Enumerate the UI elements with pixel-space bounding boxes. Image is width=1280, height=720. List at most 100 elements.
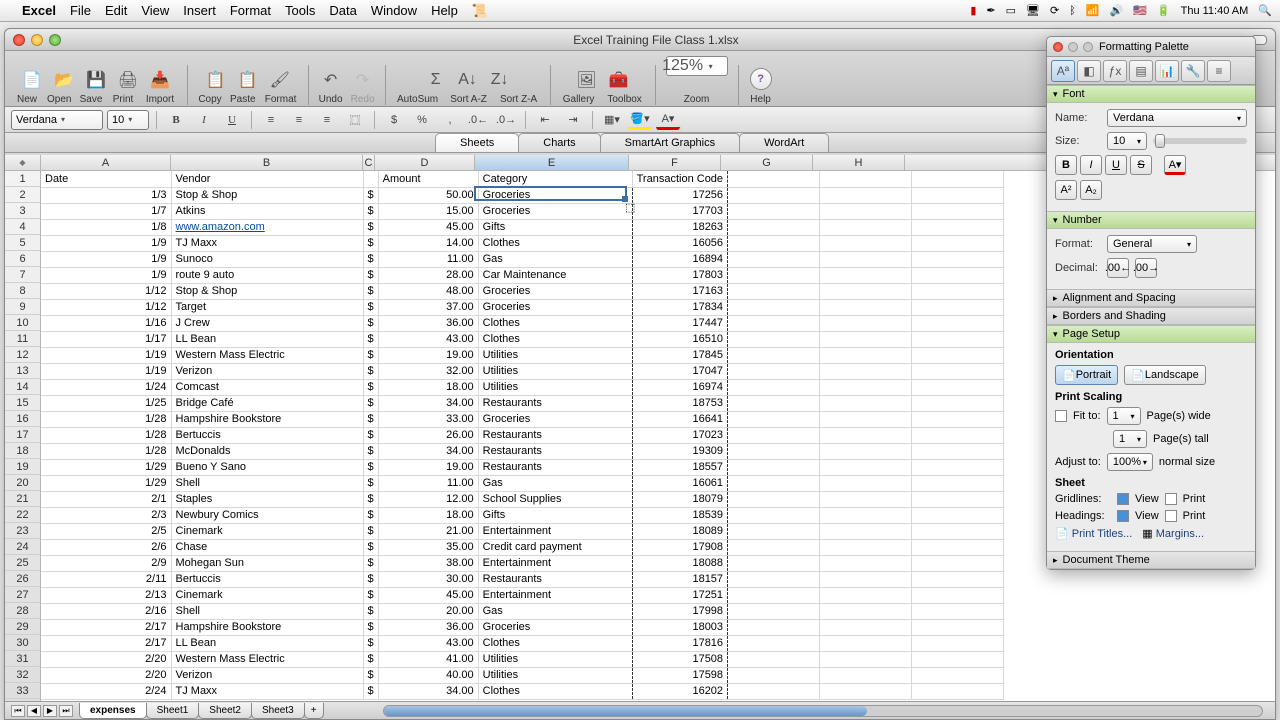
menu-help[interactable]: Help: [431, 3, 458, 18]
palette-font-name[interactable]: Verdana▾: [1107, 109, 1247, 127]
row-header-6[interactable]: 6: [5, 251, 40, 267]
print-titles-link[interactable]: 📄 Print Titles...: [1055, 527, 1132, 540]
help-button[interactable]: ?: [750, 68, 772, 90]
font-size-slider[interactable]: [1153, 138, 1247, 144]
col-header-D[interactable]: D: [375, 155, 475, 170]
inc-decimal[interactable]: .00←: [1107, 258, 1129, 278]
add-sheet-button[interactable]: +: [304, 703, 324, 719]
minimize-button[interactable]: [31, 34, 43, 46]
import-icon[interactable]: 📥: [148, 68, 172, 92]
tab-charts[interactable]: Charts: [518, 133, 600, 152]
mode-chart-icon[interactable]: 📊: [1155, 60, 1179, 82]
gallery-icon[interactable]: 🖼: [575, 68, 599, 92]
col-header-C[interactable]: C: [363, 155, 375, 170]
ink-icon[interactable]: ✒︎: [986, 4, 995, 17]
row-header-26[interactable]: 26: [5, 571, 40, 587]
row-header-27[interactable]: 27: [5, 587, 40, 603]
currency-button[interactable]: $: [382, 110, 406, 130]
tab-sheets[interactable]: Sheets: [435, 133, 519, 152]
sheet-tab-sheet2[interactable]: Sheet2: [198, 703, 252, 719]
undo-icon[interactable]: ↶: [319, 68, 343, 92]
row-header-23[interactable]: 23: [5, 523, 40, 539]
recording-icon[interactable]: ▮: [970, 4, 976, 17]
close-button[interactable]: [13, 34, 25, 46]
palette-sub[interactable]: A₂: [1080, 180, 1102, 200]
decrease-indent-button[interactable]: ⇤: [533, 110, 557, 130]
mode-data-icon[interactable]: ▤: [1129, 60, 1153, 82]
sort-za-icon[interactable]: Z↓: [488, 68, 512, 92]
print-icon[interactable]: 🖨: [116, 68, 140, 92]
flag-icon[interactable]: 🇺🇸: [1133, 4, 1147, 17]
align-left-button[interactable]: ≡: [259, 110, 283, 130]
spotlight-icon[interactable]: 🔍: [1258, 4, 1272, 17]
decrease-decimal-button[interactable]: .0→: [494, 110, 518, 130]
tab-nav-last[interactable]: ⏭: [59, 705, 73, 717]
comma-button[interactable]: ,: [438, 110, 462, 130]
gridlines-print-check[interactable]: [1165, 493, 1177, 505]
margins-link[interactable]: ▦ Margins...: [1142, 527, 1204, 540]
tab-nav-prev[interactable]: ◀: [27, 705, 41, 717]
row-header-2[interactable]: 2: [5, 187, 40, 203]
col-header-F[interactable]: F: [629, 155, 721, 170]
row-header-17[interactable]: 17: [5, 427, 40, 443]
app-menu[interactable]: Excel: [22, 3, 56, 18]
row-header-10[interactable]: 10: [5, 315, 40, 331]
autosum-icon[interactable]: Σ: [424, 68, 448, 92]
new-icon[interactable]: 📄: [20, 68, 44, 92]
font-name-combo[interactable]: Verdana▾: [11, 110, 103, 130]
col-header-A[interactable]: A: [41, 155, 171, 170]
sheet-tab-sheet3[interactable]: Sheet3: [251, 703, 305, 719]
row-header-32[interactable]: 32: [5, 667, 40, 683]
tab-nav-next[interactable]: ▶: [43, 705, 57, 717]
row-header-8[interactable]: 8: [5, 283, 40, 299]
format-painter-icon[interactable]: 🖌: [268, 68, 292, 92]
save-icon[interactable]: 💾: [84, 68, 108, 92]
fit-width-stepper[interactable]: 1▾: [1107, 407, 1141, 425]
gridlines-view-check[interactable]: [1117, 493, 1129, 505]
mode-object-icon[interactable]: ◧: [1077, 60, 1101, 82]
dec-decimal[interactable]: .00→: [1135, 258, 1157, 278]
increase-decimal-button[interactable]: .0←: [466, 110, 490, 130]
fill-color-button[interactable]: 🪣▾: [628, 110, 652, 130]
monitor-icon[interactable]: 🖥: [1026, 4, 1040, 17]
headings-print-check[interactable]: [1165, 510, 1177, 522]
row-header-1[interactable]: 1: [5, 171, 40, 187]
row-header-29[interactable]: 29: [5, 619, 40, 635]
tab-nav-first[interactable]: ⏮: [11, 705, 25, 717]
headings-view-check[interactable]: [1117, 510, 1129, 522]
font-size-combo[interactable]: 10▾: [107, 110, 149, 130]
col-header-B[interactable]: B: [171, 155, 363, 170]
italic-button[interactable]: I: [192, 110, 216, 130]
portrait-button[interactable]: 📄 Portrait: [1055, 365, 1118, 385]
section-number[interactable]: Number: [1047, 211, 1255, 229]
sort-az-icon[interactable]: A↓: [456, 68, 480, 92]
row-header-5[interactable]: 5: [5, 235, 40, 251]
row-header-25[interactable]: 25: [5, 555, 40, 571]
select-all-corner[interactable]: [5, 155, 41, 171]
font-color-button[interactable]: A▾: [656, 110, 680, 130]
align-center-button[interactable]: ≡: [287, 110, 311, 130]
toolbox-icon[interactable]: 🧰: [607, 68, 631, 92]
row-header-28[interactable]: 28: [5, 603, 40, 619]
menu-file[interactable]: File: [70, 3, 91, 18]
menu-tools[interactable]: Tools: [285, 3, 315, 18]
palette-titlebar[interactable]: Formatting Palette: [1047, 37, 1255, 57]
section-font[interactable]: Font: [1047, 85, 1255, 103]
row-header-18[interactable]: 18: [5, 443, 40, 459]
palette-font-color[interactable]: A▾: [1164, 155, 1186, 175]
menu-data[interactable]: Data: [329, 3, 356, 18]
row-header-24[interactable]: 24: [5, 539, 40, 555]
increase-indent-button[interactable]: ⇥: [561, 110, 585, 130]
section-page-setup[interactable]: Page Setup: [1047, 325, 1255, 343]
h-scrollbar[interactable]: [383, 705, 1263, 717]
row-header-22[interactable]: 22: [5, 507, 40, 523]
bold-button[interactable]: B: [164, 110, 188, 130]
row-header-15[interactable]: 15: [5, 395, 40, 411]
mode-compat-icon[interactable]: ≡: [1207, 60, 1231, 82]
palette-min[interactable]: [1068, 42, 1078, 52]
borders-button[interactable]: ▦▾: [600, 110, 624, 130]
row-header-14[interactable]: 14: [5, 379, 40, 395]
fit-to-checkbox[interactable]: [1055, 410, 1067, 422]
menu-format[interactable]: Format: [230, 3, 271, 18]
palette-font-size[interactable]: 10▾: [1107, 132, 1147, 150]
